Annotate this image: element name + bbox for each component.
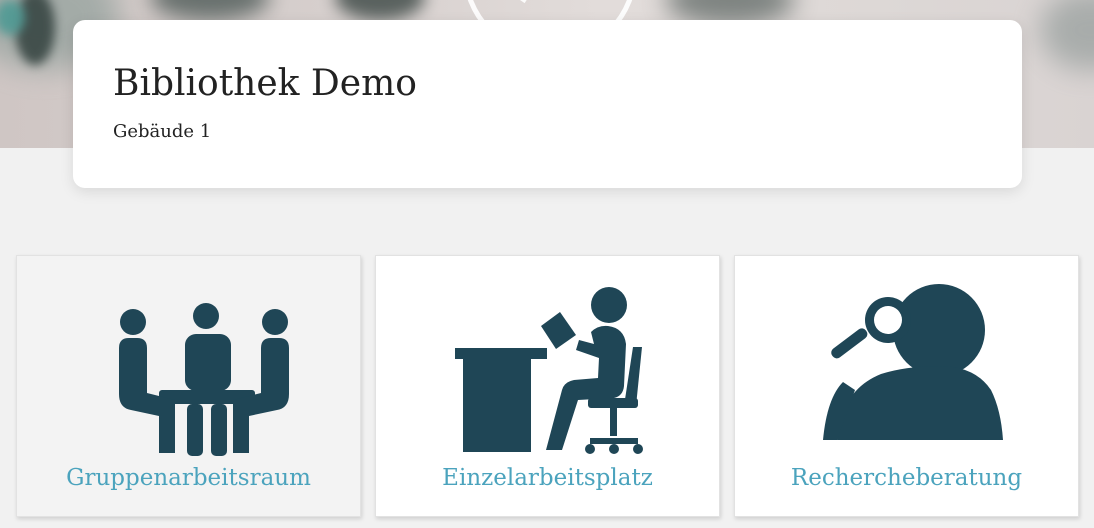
- category-label: Gruppenarbeitsraum: [66, 465, 311, 491]
- category-label: Einzelarbeitsplatz: [442, 465, 653, 491]
- magnifier-person-icon: [823, 284, 1003, 440]
- building-subtitle: Gebäude 1: [113, 121, 212, 142]
- group-table-icon: [119, 303, 289, 456]
- library-info-card: Bibliothek Demo Gebäude 1: [73, 20, 1022, 188]
- category-tile-gruppenarbeitsraum[interactable]: Gruppenarbeitsraum: [16, 255, 361, 517]
- category-tile-einzelarbeitsplatz[interactable]: Einzelarbeitsplatz: [375, 255, 720, 517]
- library-title: Bibliothek Demo: [113, 63, 417, 104]
- desk-reader-icon: [455, 287, 643, 454]
- category-label: Rechercheberatung: [790, 465, 1023, 491]
- category-tile-rechercheberatung[interactable]: Rechercheberatung: [734, 255, 1079, 517]
